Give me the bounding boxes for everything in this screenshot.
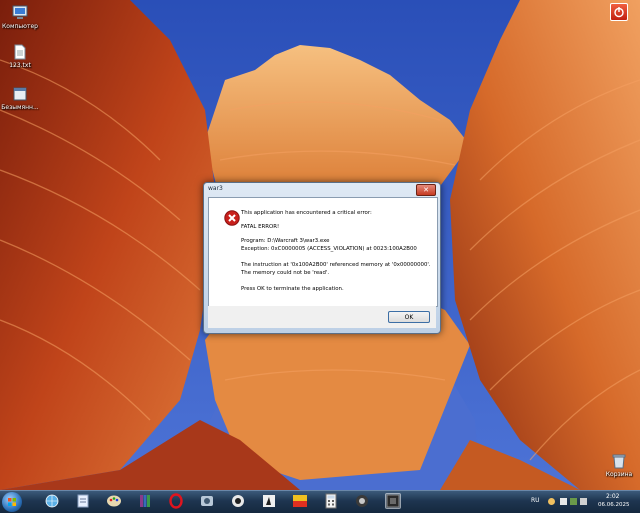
windows-logo-icon — [8, 498, 16, 506]
calculator-icon — [325, 493, 337, 509]
desktop-icon-label: Безымянн... — [1, 104, 39, 111]
start-button[interactable] — [2, 492, 22, 512]
taskbar-paint[interactable] — [106, 493, 122, 509]
program-path: Program: D:\Warcraft 3\war3.exe — [241, 238, 330, 244]
power-gadget-icon[interactable] — [610, 3, 628, 21]
memory-text: The memory could not be 'read'. — [241, 270, 330, 276]
desktop-icon-label: 123.txt — [9, 62, 31, 69]
taskbar-app-6[interactable] — [199, 493, 215, 509]
app-icon — [356, 495, 368, 507]
close-button[interactable]: ✕ — [416, 184, 436, 196]
volume-icon[interactable] — [580, 498, 587, 505]
taskbar-war3[interactable] — [385, 493, 401, 509]
action-center-flag-icon[interactable] — [560, 498, 567, 505]
paint-palette-icon — [107, 495, 121, 507]
taskbar-app-1[interactable] — [44, 493, 60, 509]
error-icon — [224, 210, 240, 226]
taskbar-calculator[interactable] — [323, 493, 339, 509]
desktop-icon-text-file[interactable]: 123.txt — [0, 44, 40, 69]
desktop-icon-label: Компьютер — [2, 23, 38, 30]
taskbar-app-11[interactable] — [354, 493, 370, 509]
error-heading: This application has encountered a criti… — [241, 210, 372, 216]
archive-books-icon — [140, 495, 150, 507]
recycle-bin-icon — [611, 453, 627, 469]
app-icon — [293, 495, 307, 507]
tray-app-icon[interactable] — [548, 498, 555, 505]
error-dialog: war3 ✕ This application has encountered … — [203, 182, 441, 334]
desktop-icon-computer[interactable]: Компьютер — [0, 5, 40, 30]
notepad-icon — [77, 494, 89, 508]
taskbar-opera[interactable] — [168, 493, 184, 509]
taskbar-counter-strike[interactable] — [261, 493, 277, 509]
clock-time[interactable]: 2:02 — [606, 493, 619, 500]
exception-text: Exception: 0xC0000005 (ACCESS_VIOLATION)… — [241, 246, 417, 252]
instruction-text: The instruction at '0x100A2B00' referenc… — [241, 262, 431, 268]
language-indicator[interactable]: RU — [531, 497, 540, 504]
clock-date[interactable]: 06.06.2025 — [598, 502, 630, 508]
error-title: FATAL ERROR! — [241, 224, 280, 230]
counter-strike-icon — [263, 495, 275, 507]
terminate-text: Press OK to terminate the application. — [241, 286, 344, 292]
taskbar-winrar[interactable] — [137, 493, 153, 509]
dialog-title: war3 — [208, 185, 223, 192]
taskbar-notepad[interactable] — [75, 493, 91, 509]
app-icon — [201, 496, 213, 506]
taskbar-app-9[interactable] — [292, 493, 308, 509]
desktop-icon-label: Корзина — [605, 471, 633, 478]
desktop-icon-recycle-bin[interactable]: Корзина — [599, 453, 639, 478]
taskbar: RU 2:02 06.06.2025 — [0, 490, 640, 513]
desktop-icon-untitled[interactable]: Безымянн... — [0, 86, 40, 111]
dialog-content: This application has encountered a criti… — [208, 197, 438, 307]
text-file-icon — [12, 44, 28, 60]
untitled-file-icon — [12, 86, 28, 102]
app-icon — [232, 495, 244, 507]
warcraft-icon — [386, 494, 400, 508]
taskbar-app-7[interactable] — [230, 493, 246, 509]
ok-button[interactable]: OK — [388, 311, 430, 323]
opera-icon — [169, 493, 183, 509]
computer-icon — [12, 5, 28, 21]
network-icon[interactable] — [570, 498, 577, 505]
network-globe-icon — [45, 494, 59, 508]
